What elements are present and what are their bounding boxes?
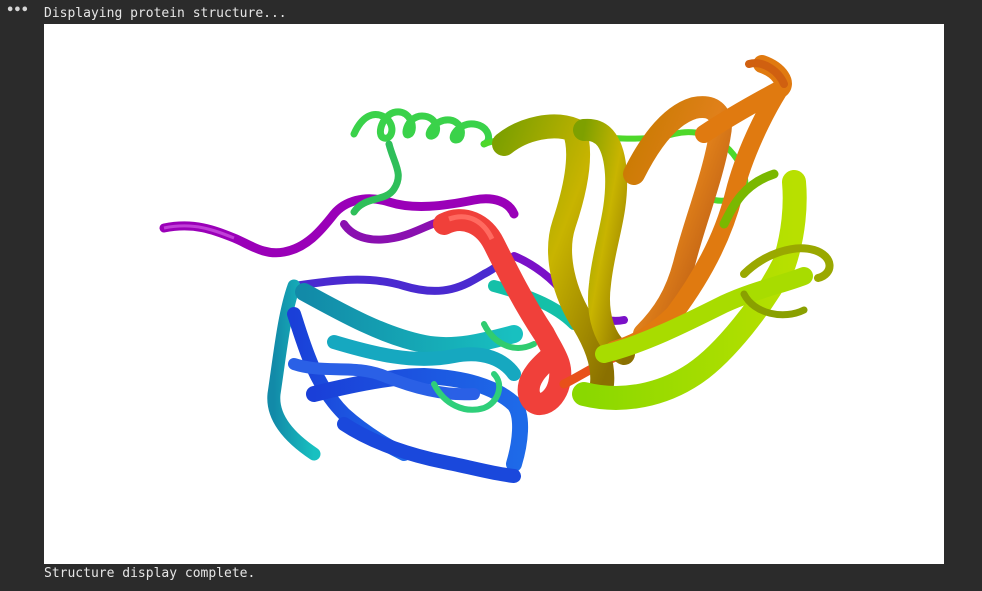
status-end-text: Structure display complete. <box>44 566 256 581</box>
helix-green <box>350 108 493 148</box>
more-horizontal-icon[interactable]: ••• <box>6 2 29 20</box>
protein-cartoon <box>159 55 834 483</box>
status-start-text: Displaying protein structure... <box>44 6 287 21</box>
coil-indigo <box>290 240 509 295</box>
protein-viewer[interactable] <box>44 24 944 564</box>
notebook-output-cell: ••• Displaying protein structure... Stru… <box>0 0 982 591</box>
